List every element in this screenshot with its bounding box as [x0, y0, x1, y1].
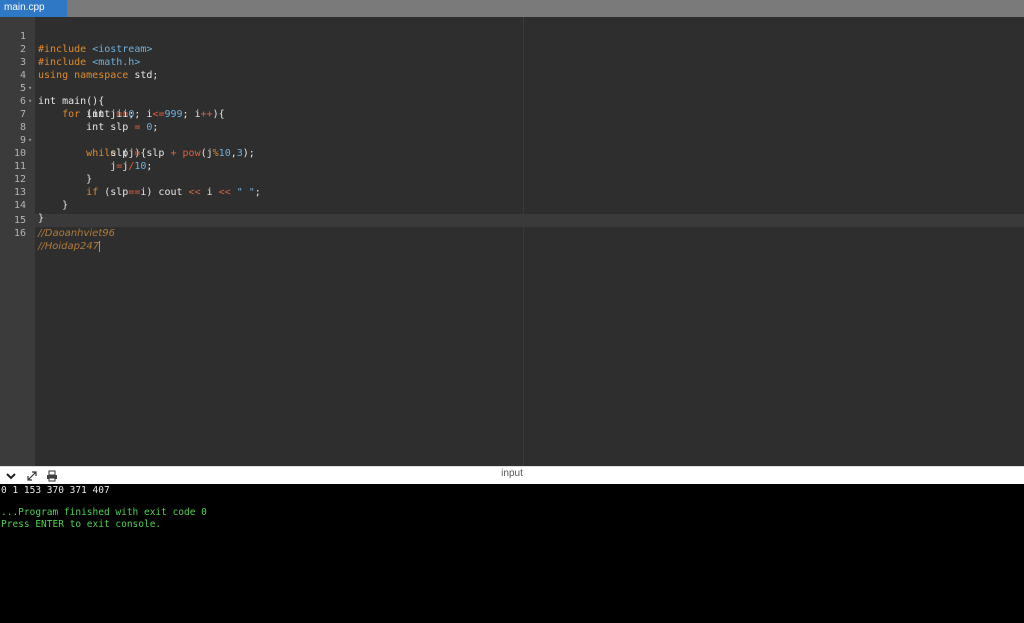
- code-line: 8 ▾ while (j){: [0, 108, 1024, 159]
- code-line: 15 //Daoanhviet96: [0, 201, 1024, 239]
- code-line: 13 }: [0, 173, 1024, 211]
- code-line: 3 using namespace std;: [0, 43, 1024, 81]
- code-line: 6 int j=i;: [0, 82, 1024, 120]
- console-output[interactable]: 0 1 153 370 371 407 ...Program finished …: [0, 484, 1024, 623]
- code-line: 2 #include <math.h>: [0, 30, 1024, 68]
- code-line: 11 }: [0, 147, 1024, 185]
- code-line: 16 //Hoidap247: [0, 214, 1024, 252]
- tab-main-cpp[interactable]: main.cpp: [0, 0, 67, 17]
- code-line: 1 #include <iostream>: [0, 17, 1024, 55]
- code-line: 5 ▾ for (int i=0; i<=999; i++){: [0, 69, 1024, 120]
- press-enter-message: Press ENTER to exit console.: [1, 519, 162, 530]
- code-editor[interactable]: 1 #include <iostream> 2 #include <math.h…: [0, 17, 1024, 466]
- text-cursor: [99, 240, 101, 252]
- code-line: 10 j=j/10;: [0, 134, 1024, 172]
- code-line: 4 ▾ int main(){: [0, 56, 1024, 107]
- code-line: 12 if (slp==i) cout << i << " ";: [0, 160, 1024, 198]
- program-output: 0 1 153 370 371 407: [1, 485, 110, 496]
- code-line: 14 }: [0, 186, 1024, 224]
- console-toolbar: input: [0, 466, 1024, 484]
- console-title: input: [501, 468, 523, 479]
- code-line: 9 slp = slp + pow(j%10,3);: [0, 121, 1024, 159]
- code-line: 7 int slp = 0;: [0, 95, 1024, 133]
- exit-message: ...Program finished with exit code 0: [1, 507, 207, 518]
- line-number: 16: [13, 228, 26, 239]
- tab-bar: main.cpp: [0, 0, 1024, 17]
